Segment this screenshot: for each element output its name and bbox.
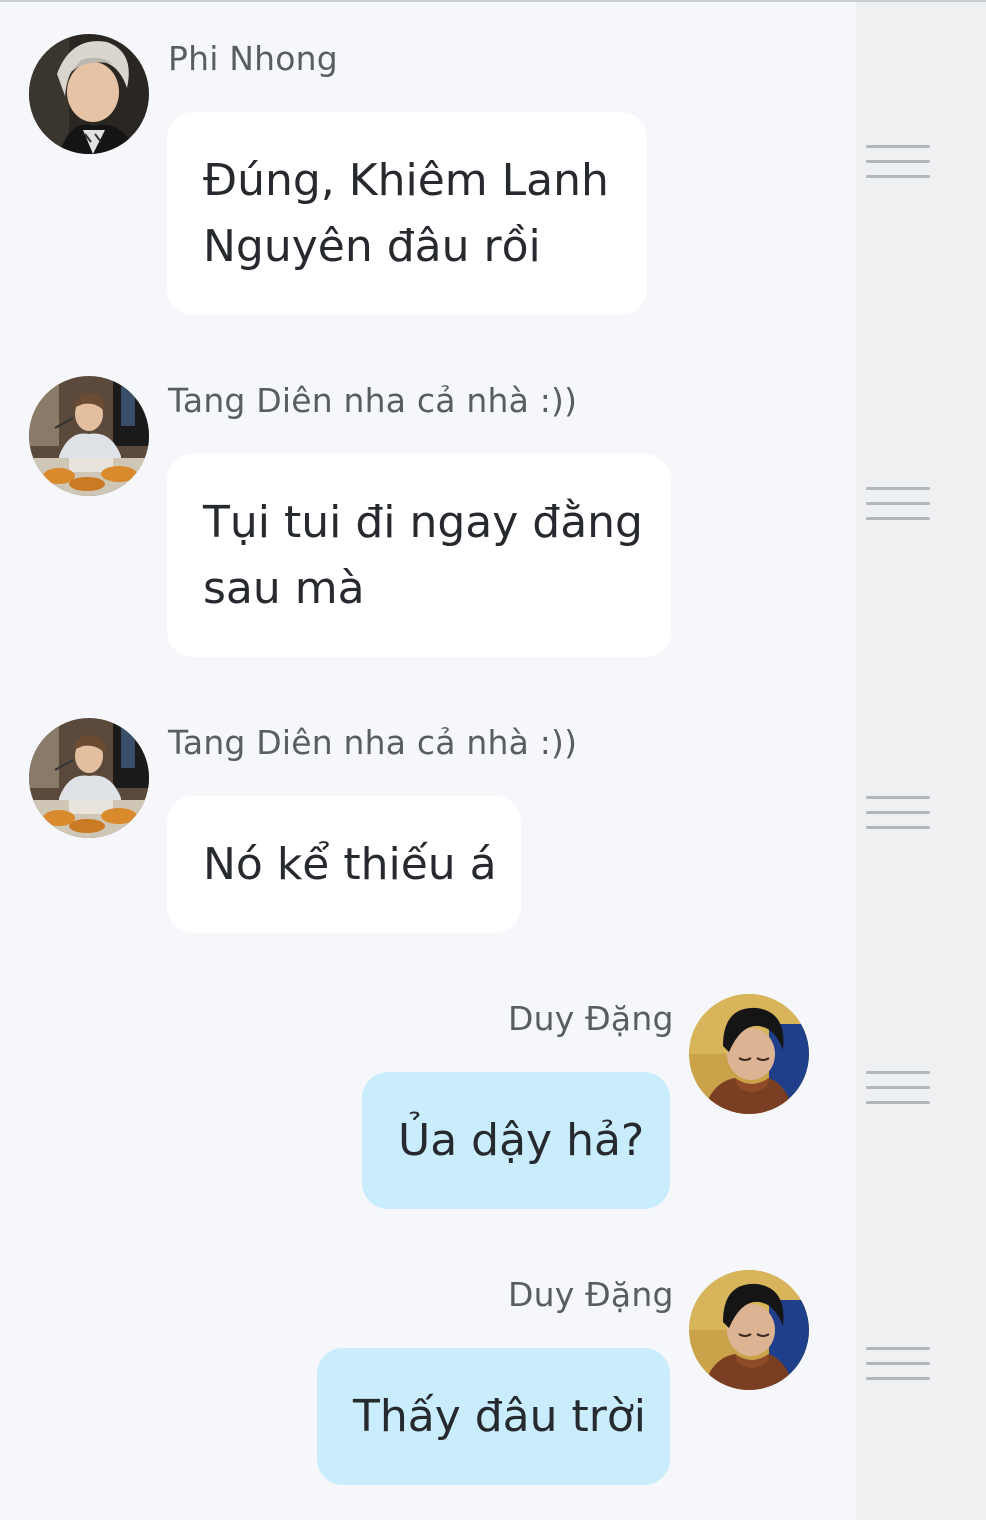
- avatar-tang-dien[interactable]: [29, 376, 149, 496]
- reorder-handle-strip: [856, 2, 986, 1520]
- avatar-tang-dien[interactable]: [29, 718, 149, 838]
- message-line: Đúng, Khiêm Lanh: [203, 155, 609, 206]
- message-line: sau mà: [203, 563, 365, 614]
- message-bubble[interactable]: Ủa dậy hả?: [362, 1072, 670, 1209]
- sender-name: Duy Đặng: [508, 999, 674, 1038]
- message-bubble[interactable]: Đúng, Khiêm Lanh Nguyên đâu rồi: [167, 112, 647, 315]
- message-line: Thấy đâu trời: [353, 1391, 647, 1442]
- drag-handle-icon[interactable]: [866, 1347, 930, 1381]
- message-line: Nguyên đâu rồi: [203, 221, 541, 272]
- avatar-duy-dang[interactable]: [689, 1270, 809, 1390]
- message-line: Tụi tui đi ngay đằng: [203, 497, 643, 548]
- drag-handle-icon[interactable]: [866, 145, 930, 179]
- message-line: Nó kể thiếu á: [203, 839, 497, 890]
- avatar-phi-nhong[interactable]: [29, 34, 149, 154]
- sender-name: Tang Diên nha cả nhà :)): [168, 723, 578, 762]
- drag-handle-icon[interactable]: [866, 487, 930, 521]
- message-bubble[interactable]: Nó kể thiếu á: [167, 796, 521, 933]
- sender-name: Phi Nhong: [168, 39, 338, 78]
- sender-name: Duy Đặng: [508, 1275, 674, 1314]
- avatar-duy-dang[interactable]: [689, 994, 809, 1114]
- drag-handle-icon[interactable]: [866, 796, 930, 830]
- sender-name: Tang Diên nha cả nhà :)): [168, 381, 578, 420]
- message-bubble[interactable]: Tụi tui đi ngay đằng sau mà: [167, 454, 671, 657]
- message-bubble[interactable]: Thấy đâu trời: [317, 1348, 670, 1485]
- drag-handle-icon[interactable]: [866, 1071, 930, 1105]
- message-line: Ủa dậy hả?: [398, 1115, 645, 1166]
